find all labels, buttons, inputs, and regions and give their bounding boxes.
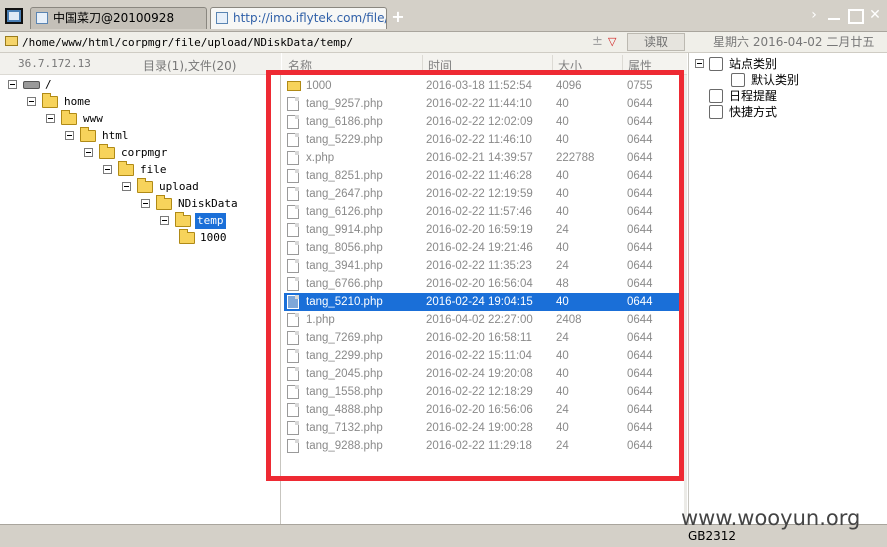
collapse-toggle-icon[interactable] <box>65 131 74 140</box>
folder-icon <box>80 127 96 142</box>
folder-icon <box>99 144 115 159</box>
collapse-toggle-icon[interactable] <box>122 182 131 191</box>
collapse-toggle-icon[interactable] <box>160 216 169 225</box>
folder-icon <box>137 178 153 193</box>
schedule-icon <box>709 89 723 103</box>
tab-favicon-icon <box>36 12 48 24</box>
tree-node-label: www <box>83 112 103 125</box>
path-input[interactable] <box>22 34 622 51</box>
dir-file-count: 目录(1),文件(20) <box>143 59 237 73</box>
tree-node-label: / <box>45 78 52 91</box>
chevron-down-icon[interactable]: ▽ <box>608 34 622 50</box>
folder-icon <box>42 93 58 108</box>
scrollbar[interactable] <box>684 75 687 524</box>
tab-caidao[interactable]: 中国菜刀@20100928 <box>30 7 207 29</box>
tab-title: http://imo.iflytek.com/file/upl... <box>233 11 386 25</box>
highlight-box <box>266 70 684 481</box>
tab-title: 中国菜刀@20100928 <box>53 11 175 25</box>
collapse-toggle-icon[interactable] <box>46 114 55 123</box>
tab-favicon-icon <box>216 12 228 24</box>
collapse-toggle-icon[interactable] <box>141 199 150 208</box>
folder-icon <box>5 36 18 46</box>
site-tree-label: 日程提醒 <box>729 89 778 103</box>
collapse-toggle-icon[interactable] <box>84 148 93 157</box>
collapse-toggle-icon[interactable] <box>103 165 112 174</box>
site-tree-label: 站点类别 <box>729 57 778 71</box>
maximize-icon[interactable] <box>846 7 864 24</box>
site-category-icon <box>709 57 723 71</box>
read-button[interactable]: 读取 <box>627 33 685 51</box>
title-bar: 中国菜刀@20100928 http://imo.iflytek.com/fil… <box>0 0 887 32</box>
add-bookmark-icon[interactable]: ± <box>592 34 604 50</box>
watermark-text: www.wooyun.org <box>681 506 861 530</box>
collapse-toggle-icon[interactable] <box>8 80 17 89</box>
server-ip-label: 36.7.172.13 <box>18 57 91 70</box>
encoding-label[interactable]: GB2312 <box>688 529 736 543</box>
directory-tree-pane: 36.7.172.13 目录(1),文件(20) / home www html cor… <box>0 53 281 524</box>
tree-node-label: corpmgr <box>121 146 168 159</box>
drive-icon <box>23 81 40 89</box>
date-label: 星期六 2016-04-02 二月廿五 <box>713 35 875 49</box>
site-category-pane: 站点类别默认类别日程提醒快捷方式 <box>688 53 887 524</box>
site-tree-label: 快捷方式 <box>729 105 778 119</box>
folder-icon <box>179 229 195 244</box>
tree-node-label: home <box>64 95 91 108</box>
collapse-toggle-icon[interactable] <box>27 97 36 106</box>
collapse-toggle-icon[interactable] <box>695 59 704 68</box>
chevron-right-icon[interactable]: › <box>806 7 822 23</box>
tree-node-label: NDiskData <box>178 197 238 210</box>
address-bar: ± ▽ 读取 星期六 2016-04-02 二月廿五 <box>0 32 887 53</box>
tree-node-label: 1000 <box>200 231 227 244</box>
minimize-icon[interactable] <box>826 7 842 23</box>
default-category-icon <box>731 73 745 87</box>
tree-node-label: file <box>140 163 167 176</box>
folder-icon <box>175 212 191 227</box>
folder-icon <box>156 195 172 210</box>
tree-node-label: upload <box>159 180 199 193</box>
tab-url[interactable]: http://imo.iflytek.com/file/upl... <box>210 7 387 29</box>
folder-icon <box>118 161 134 176</box>
tree-node-label: temp <box>195 213 226 229</box>
tree-node-label: html <box>102 129 129 142</box>
close-icon[interactable]: ✕ <box>867 7 883 23</box>
new-tab-button[interactable]: + <box>391 8 405 26</box>
site-tree-label: 默认类别 <box>751 73 800 87</box>
shortcut-icon <box>709 105 723 119</box>
app-icon <box>5 8 23 24</box>
folder-icon <box>61 110 77 125</box>
tree-header: 36.7.172.13 目录(1),文件(20) <box>0 53 281 75</box>
